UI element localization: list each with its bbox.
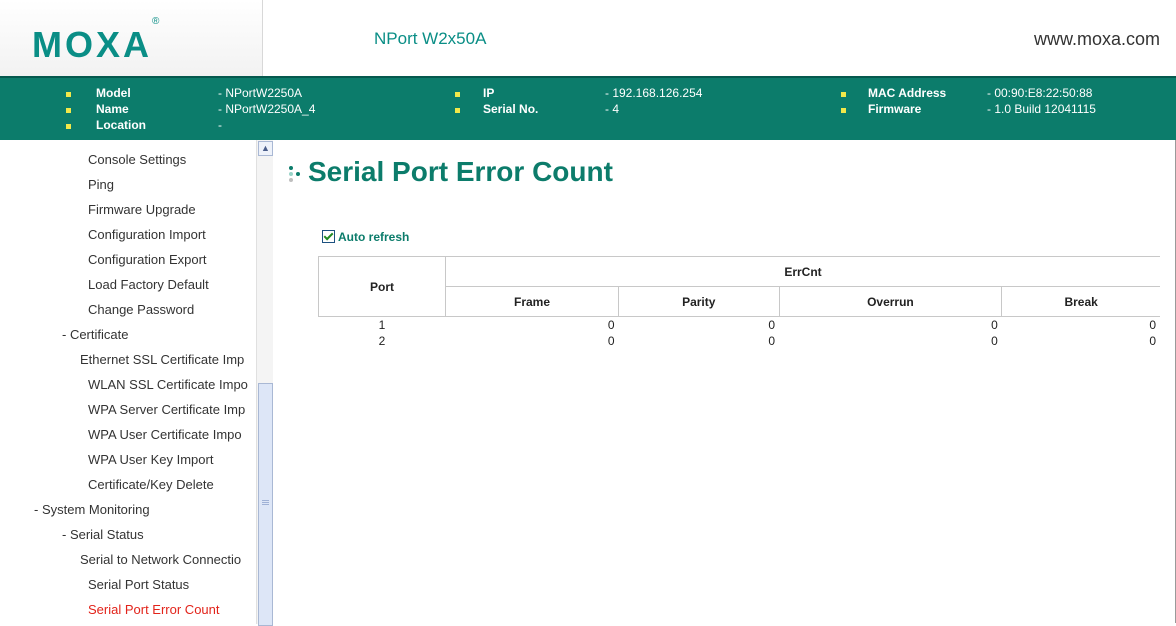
nav-ping[interactable]: Ping	[88, 177, 114, 193]
break-cell: 0	[1149, 318, 1156, 332]
page-title: Serial Port Error Count	[308, 156, 613, 187]
name-value: - NPortW2250A_4	[218, 102, 316, 116]
error-count-table: Port ErrCnt Frame Parity Overrun Break 1…	[318, 256, 1160, 349]
title-dots-icon	[289, 166, 300, 182]
bullet-icon	[66, 124, 71, 129]
moxa-logo: MOXA®	[32, 16, 159, 66]
logo-area: MOXA®	[0, 0, 263, 76]
product-name: NPort W2x50A	[374, 29, 487, 48]
nav-serial-to-network-connections[interactable]: Serial to Network Connectio	[80, 552, 241, 568]
scroll-thumb[interactable]	[258, 383, 273, 626]
sidebar-scrollbar[interactable]: ▲	[256, 140, 273, 626]
parity-column-header: Parity	[618, 286, 780, 317]
mac-address-label: MAC Address	[868, 86, 947, 100]
frame-cell: 0	[607, 334, 615, 348]
location-value: -	[218, 118, 222, 132]
mac-address-value: - 00:90:E8:22:50:88	[987, 86, 1093, 100]
table-row: 1 0 0 0 0	[319, 317, 1161, 334]
firmware-value: - 1.0 Build 12041115	[987, 102, 1096, 116]
auto-refresh-checkbox[interactable]	[322, 230, 335, 243]
bullet-icon	[66, 92, 71, 97]
nav-serial-port-error-count[interactable]: Serial Port Error Count	[88, 602, 220, 618]
model-label: Model	[96, 86, 131, 100]
scroll-up-arrow-icon[interactable]: ▲	[258, 141, 273, 156]
nav-firmware-upgrade[interactable]: Firmware Upgrade	[88, 202, 196, 218]
nav-certificate[interactable]: - Certificate	[62, 327, 128, 343]
serial-no-label: Serial No.	[483, 102, 539, 116]
website-link[interactable]: www.moxa.com	[1034, 29, 1160, 50]
nav-wpa-user-key-import[interactable]: WPA User Key Import	[88, 452, 213, 468]
break-cell: 0	[1149, 334, 1156, 348]
bullet-icon	[841, 108, 846, 113]
overrun-cell: 0	[991, 334, 998, 348]
port-column-header: Port	[318, 256, 446, 317]
firmware-label: Firmware	[868, 102, 922, 116]
nav-configuration-import[interactable]: Configuration Import	[88, 227, 206, 243]
registered-mark: ®	[152, 16, 160, 27]
nav-wpa-user-certificate[interactable]: WPA User Certificate Impo	[88, 427, 242, 443]
auto-refresh-label: Auto refresh	[338, 230, 410, 244]
device-info-bar: Model - NPortW2250A Name - NPortW2250A_4…	[0, 76, 1176, 140]
logo-text: MOXA	[32, 24, 152, 65]
port-cell: 2	[378, 334, 386, 348]
nav-change-password[interactable]: Change Password	[88, 302, 194, 318]
model-value: - NPortW2250A	[218, 86, 303, 100]
nav-console-settings[interactable]: Console Settings	[88, 152, 186, 168]
nav-system-monitoring[interactable]: - System Monitoring	[34, 502, 150, 518]
nav-configuration-export[interactable]: Configuration Export	[88, 252, 207, 268]
nav-serial-status[interactable]: - Serial Status	[62, 527, 144, 543]
ip-value: - 192.168.126.254	[605, 86, 703, 100]
nav-serial-port-status[interactable]: Serial Port Status	[88, 577, 189, 593]
location-label: Location	[96, 118, 146, 132]
bullet-icon	[66, 108, 71, 113]
frame-column-header: Frame	[445, 286, 619, 317]
nav-ethernet-ssl-certificate[interactable]: Ethernet SSL Certificate Imp	[80, 352, 244, 368]
errcnt-group-header: ErrCnt	[445, 256, 1160, 287]
main-content: Serial Port Error Count Auto refresh Por…	[274, 140, 1174, 624]
nav-certificate-key-delete[interactable]: Certificate/Key Delete	[88, 477, 214, 493]
break-column-header: Break	[1001, 286, 1160, 317]
frame-cell: 0	[607, 318, 615, 332]
sidebar-nav: Console Settings Ping Firmware Upgrade C…	[0, 140, 256, 624]
bullet-icon	[455, 92, 460, 97]
parity-cell: 0	[768, 334, 776, 348]
nav-wpa-server-certificate[interactable]: WPA Server Certificate Imp	[88, 402, 245, 418]
grip-icon	[262, 500, 269, 501]
table-row: 2 0 0 0 0	[319, 333, 1161, 349]
ip-label: IP	[483, 86, 495, 100]
bullet-icon	[455, 108, 460, 113]
parity-cell: 0	[768, 318, 776, 332]
overrun-column-header: Overrun	[778, 286, 1002, 317]
header: MOXA® NPort W2x50A www.moxa.com	[0, 0, 1176, 76]
serial-no-value: - 4	[605, 102, 620, 116]
name-label: Name	[96, 102, 129, 116]
port-cell: 1	[378, 318, 386, 332]
auto-refresh[interactable]: Auto refresh	[322, 230, 409, 244]
overrun-cell: 0	[991, 318, 998, 332]
nav-wlan-ssl-certificate[interactable]: WLAN SSL Certificate Impo	[88, 377, 248, 393]
bullet-icon	[841, 92, 846, 97]
nav-load-factory-default[interactable]: Load Factory Default	[88, 277, 209, 293]
